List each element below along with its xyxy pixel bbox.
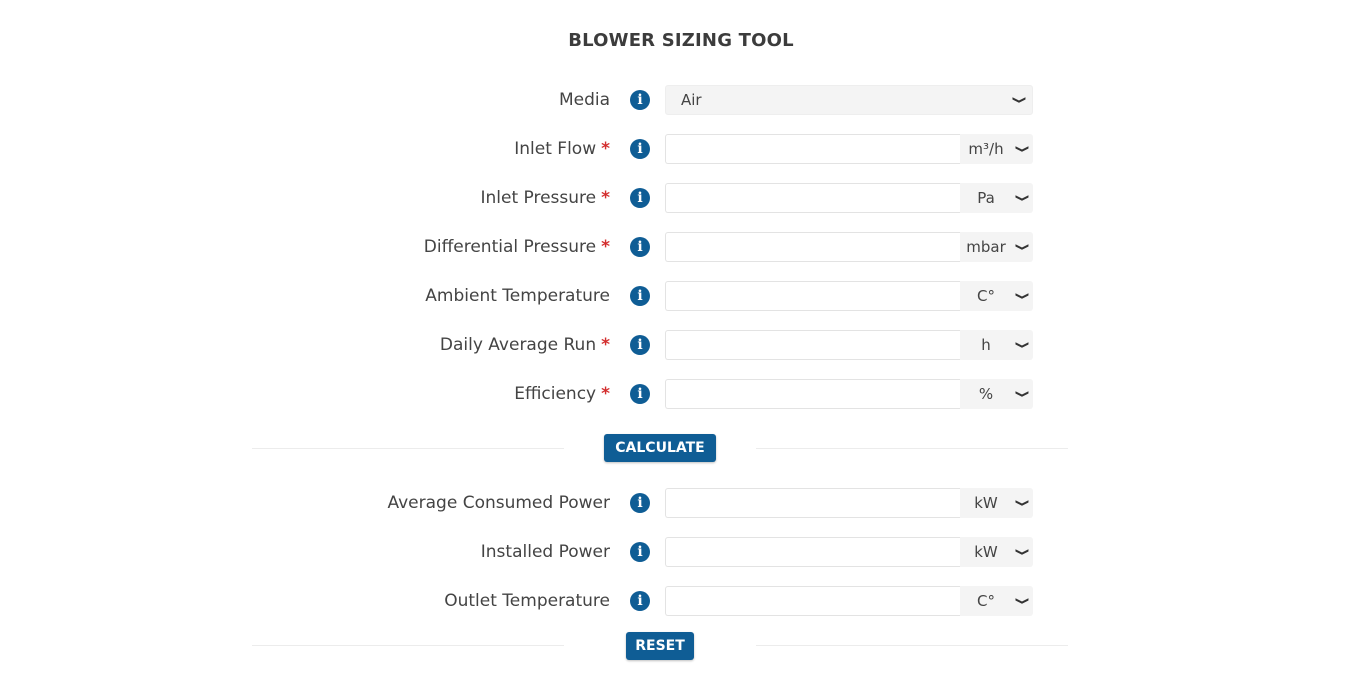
inlet-flow-unit-select[interactable]: m³/h ❯ (960, 134, 1033, 164)
info-icon[interactable]: i (630, 384, 650, 404)
divider-right (756, 448, 1068, 449)
ambient-temperature-unit-select[interactable]: C° ❯ (960, 281, 1033, 311)
inlet-pressure-unit-select[interactable]: Pa ❯ (960, 183, 1033, 213)
media-row: Media i Air ❯ (0, 85, 1362, 115)
outlet-temperature-unit-select[interactable]: C° ❯ (960, 586, 1033, 616)
chevron-down-icon: ❯ (1014, 389, 1029, 399)
divider-right (756, 645, 1068, 646)
chevron-down-icon: ❯ (1014, 193, 1029, 203)
info-icon[interactable]: i (630, 542, 650, 562)
calculate-button[interactable]: CALCULATE (604, 434, 716, 462)
outlet-temperature-output[interactable] (665, 586, 960, 616)
inlet-flow-label: Inlet Flow * (514, 139, 610, 159)
required-marker: * (601, 188, 610, 208)
average-consumed-power-output[interactable] (665, 488, 960, 518)
average-consumed-power-unit-select[interactable]: kW ❯ (960, 488, 1033, 518)
info-icon[interactable]: i (630, 139, 650, 159)
outlet-temperature-label: Outlet Temperature (444, 591, 610, 611)
daily-average-run-unit-select[interactable]: h ❯ (960, 330, 1033, 360)
average-consumed-power-row: Average Consumed Power i kW ❯ (0, 488, 1362, 518)
info-icon[interactable]: i (630, 493, 650, 513)
ambient-temperature-input[interactable] (665, 281, 960, 311)
required-marker: * (601, 335, 610, 355)
daily-average-run-row: Daily Average Run * i h ❯ (0, 330, 1362, 360)
divider-left (252, 645, 564, 646)
inlet-flow-row: Inlet Flow * i m³/h ❯ (0, 134, 1362, 164)
chevron-down-icon: ❯ (1014, 498, 1029, 508)
installed-power-row: Installed Power i kW ❯ (0, 537, 1362, 567)
media-value: Air (681, 91, 702, 109)
reset-button[interactable]: RESET (626, 632, 694, 660)
outlet-temperature-row: Outlet Temperature i C° ❯ (0, 586, 1362, 616)
differential-pressure-label: Differential Pressure * (423, 237, 610, 257)
efficiency-unit-select[interactable]: % ❯ (960, 379, 1033, 409)
info-icon[interactable]: i (630, 90, 650, 110)
chevron-down-icon: ❯ (1014, 340, 1029, 350)
average-consumed-power-label: Average Consumed Power (387, 493, 610, 513)
chevron-down-icon: ❯ (1014, 144, 1029, 154)
inlet-pressure-row: Inlet Pressure * i Pa ❯ (0, 183, 1362, 213)
differential-pressure-row: Differential Pressure * i mbar ❯ (0, 232, 1362, 262)
efficiency-input[interactable] (665, 379, 960, 409)
efficiency-row: Efficiency * i % ❯ (0, 379, 1362, 409)
media-label: Media (558, 90, 610, 110)
installed-power-output[interactable] (665, 537, 960, 567)
info-icon[interactable]: i (630, 237, 650, 257)
divider-left (252, 448, 564, 449)
page-title: BLOWER SIZING TOOL (568, 30, 794, 51)
chevron-down-icon: ❯ (1014, 291, 1029, 301)
inlet-flow-input[interactable] (665, 134, 960, 164)
differential-pressure-unit-select[interactable]: mbar ❯ (960, 232, 1033, 262)
chevron-down-icon: ❯ (1014, 242, 1029, 252)
daily-average-run-input[interactable] (665, 330, 960, 360)
ambient-temperature-label: Ambient Temperature (425, 286, 610, 306)
info-icon[interactable]: i (630, 188, 650, 208)
efficiency-label: Efficiency * (514, 384, 610, 404)
inlet-pressure-input[interactable] (665, 183, 960, 213)
chevron-down-icon: ❯ (1011, 95, 1026, 105)
differential-pressure-input[interactable] (665, 232, 960, 262)
installed-power-label: Installed Power (480, 542, 610, 562)
chevron-down-icon: ❯ (1014, 547, 1029, 557)
info-icon[interactable]: i (630, 335, 650, 355)
installed-power-unit-select[interactable]: kW ❯ (960, 537, 1033, 567)
required-marker: * (601, 384, 610, 404)
required-marker: * (601, 237, 610, 257)
media-select[interactable]: Air ❯ (665, 85, 1033, 115)
info-icon[interactable]: i (630, 286, 650, 306)
inlet-pressure-label: Inlet Pressure * (480, 188, 610, 208)
daily-average-run-label: Daily Average Run * (439, 335, 610, 355)
ambient-temperature-row: Ambient Temperature i C° ❯ (0, 281, 1362, 311)
required-marker: * (601, 139, 610, 159)
info-icon[interactable]: i (630, 591, 650, 611)
chevron-down-icon: ❯ (1014, 596, 1029, 606)
